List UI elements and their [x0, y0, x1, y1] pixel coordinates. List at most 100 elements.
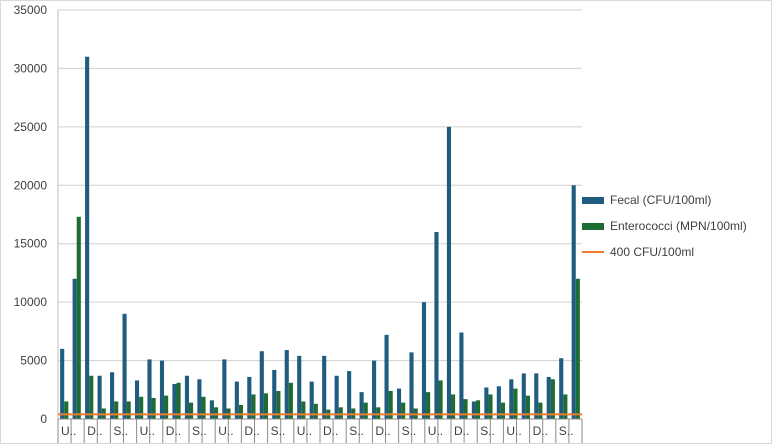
- legend-label-fecal: Fecal (CFU/100ml): [610, 193, 712, 207]
- enterococci-bar: [401, 402, 406, 419]
- legend-swatch-threshold: [582, 251, 604, 253]
- fecal-bar: [521, 373, 526, 419]
- fecal-bar: [334, 375, 339, 419]
- enterococci-bar: [463, 399, 468, 419]
- legend-swatch-fecal: [582, 196, 604, 204]
- fecal-bar: [97, 375, 102, 419]
- fecal-bar: [471, 401, 476, 419]
- x-tick-label: U..: [61, 424, 76, 438]
- fecal-bar: [509, 379, 514, 419]
- fecal-bar: [534, 373, 539, 419]
- fecal-bar: [209, 400, 214, 419]
- legend-item-threshold: 400 CFU/100ml: [582, 239, 772, 265]
- x-tick-label: D..: [533, 424, 548, 438]
- x-tick-label: D..: [166, 424, 181, 438]
- x-tick-label: D..: [323, 424, 338, 438]
- y-tick-label: 30000: [14, 61, 48, 75]
- legend-swatch-enterococci: [582, 222, 604, 230]
- enterococci-bar: [139, 396, 144, 419]
- fecal-bar: [184, 375, 189, 419]
- enterococci-bar: [126, 401, 131, 419]
- x-tick-label: S..: [349, 424, 364, 438]
- x-tick-label: D..: [375, 424, 390, 438]
- enterococci-bar: [338, 407, 343, 419]
- legend-label-threshold: 400 CFU/100ml: [610, 245, 695, 259]
- fecal-bar: [546, 376, 551, 419]
- fecal-bar: [134, 380, 140, 419]
- fecal-bar: [434, 232, 439, 419]
- fecal-bar: [60, 348, 65, 419]
- y-tick-label: 5000: [20, 354, 47, 368]
- enterococci-bar: [89, 375, 94, 419]
- enterococci-bar: [363, 402, 368, 419]
- enterococci-bar: [201, 396, 206, 419]
- enterococci-bar: [64, 401, 69, 419]
- x-tick-label: U..: [506, 424, 521, 438]
- y-tick-label: 35000: [14, 3, 48, 17]
- legend-item-fecal: Fecal (CFU/100ml): [582, 187, 772, 213]
- enterococci-bar: [301, 401, 306, 419]
- x-tick-label: U..: [297, 424, 312, 438]
- fecal-bar: [322, 355, 327, 419]
- enterococci-bar: [525, 395, 530, 419]
- fecal-bar: [284, 350, 289, 419]
- fecal-bar: [297, 355, 302, 419]
- x-tick-label: D..: [244, 424, 259, 438]
- enterococci-bar: [238, 404, 244, 419]
- x-tick-label: S..: [480, 424, 495, 438]
- x-tick-label: D..: [454, 424, 469, 438]
- fecal-bar: [559, 358, 564, 419]
- y-tick-label: 15000: [14, 237, 48, 251]
- fecal-bar: [247, 376, 252, 419]
- x-tick-label: S..: [113, 424, 128, 438]
- enterococci-bar: [213, 407, 219, 419]
- enterococci-bar: [376, 407, 381, 419]
- enterococci-bar: [575, 278, 580, 419]
- x-tick-label: U..: [140, 424, 155, 438]
- enterococci-bar: [438, 380, 443, 419]
- x-tick-label: U..: [428, 424, 443, 438]
- enterococci-bar: [550, 379, 555, 419]
- fecal-bar: [272, 369, 277, 419]
- enterococci-bar: [76, 216, 81, 419]
- x-tick-label: S..: [402, 424, 417, 438]
- fecal-bar: [197, 379, 202, 419]
- fecal-bar: [347, 371, 352, 419]
- fecal-bar: [409, 352, 414, 419]
- x-tick-label: S..: [559, 424, 574, 438]
- fecal-bar: [446, 126, 451, 419]
- fecal-bar: [384, 334, 389, 419]
- y-tick-label: 20000: [14, 178, 48, 192]
- chart-area: 0 5000 10000 15000 20000 25000 30000 35000 U.. D.…: [0, 0, 772, 444]
- fecal-bar: [421, 302, 427, 419]
- y-tick-label: 25000: [14, 120, 48, 134]
- enterococci-bar: [475, 400, 481, 419]
- fecal-bar: [147, 359, 152, 419]
- legend-label-enterococci: Enterococci (MPN/100ml): [610, 219, 747, 233]
- y-tick-label: 10000: [14, 295, 48, 309]
- fecal-bar: [122, 313, 127, 419]
- fecal-bar: [222, 359, 227, 419]
- fecal-bar: [110, 372, 115, 419]
- enterococci-bar: [151, 397, 156, 419]
- enterococci-bar: [189, 402, 194, 419]
- fecal-bar: [571, 185, 576, 419]
- fecal-bar: [159, 360, 165, 419]
- x-tick-label: U..: [218, 424, 233, 438]
- legend: Fecal (CFU/100ml) Enterococci (MPN/100ml…: [582, 187, 772, 265]
- x-tick-label: S..: [192, 424, 207, 438]
- fecal-bar: [259, 351, 264, 419]
- fecal-bar: [72, 278, 77, 419]
- legend-item-enterococci: Enterococci (MPN/100ml): [582, 213, 772, 239]
- x-tick-label: S..: [271, 424, 286, 438]
- fecal-bar: [459, 332, 464, 419]
- x-tick-label: D..: [87, 424, 102, 438]
- enterococci-bar: [538, 402, 543, 419]
- enterococci-bar: [313, 403, 318, 419]
- enterococci-bar: [164, 395, 169, 419]
- fecal-bar: [372, 360, 377, 419]
- fecal-bar: [85, 56, 90, 419]
- enterococci-bar: [114, 401, 119, 419]
- enterococci-bar: [500, 402, 506, 419]
- y-tick-label: 0: [40, 412, 47, 426]
